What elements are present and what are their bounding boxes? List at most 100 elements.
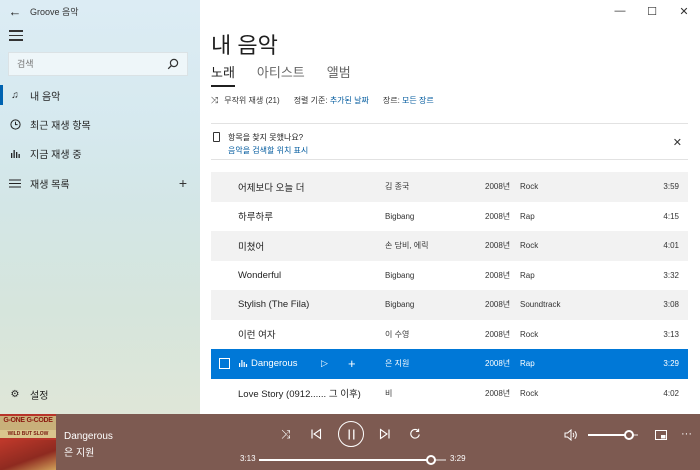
- song-artist[interactable]: 이 수영: [385, 329, 409, 340]
- search-input[interactable]: [17, 59, 167, 69]
- previous-icon[interactable]: [310, 426, 322, 442]
- song-year: 2008년: [485, 388, 511, 398]
- song-genre: Rock: [520, 329, 539, 339]
- song-duration: 3:13: [663, 329, 679, 339]
- bars-icon: [0, 148, 30, 158]
- song-genre: Rock: [520, 388, 539, 398]
- now-playing-title[interactable]: Dangerous: [64, 431, 113, 442]
- filter-bar: ⤨ 무작위 재생 (21) 정렬 기준: 추가된 날짜 장르: 모든 장르: [211, 95, 434, 106]
- song-year: 2008년: [485, 300, 511, 310]
- table-row[interactable]: 미쳤어 손 담비, 에릭 2008년 Rock 4:01: [211, 231, 688, 261]
- song-artist[interactable]: 손 담비, 에릭: [385, 240, 428, 251]
- volume-fill: [588, 434, 629, 436]
- song-year: 2008년: [485, 211, 511, 221]
- repeat-icon[interactable]: [409, 426, 421, 442]
- mini-player-icon[interactable]: [655, 427, 667, 443]
- now-playing-bars-icon: [239, 359, 248, 369]
- album-art-text: G-CODE: [26, 417, 53, 424]
- table-row[interactable]: Love Story (0912...... 그 이후) 비 2008년 Roc…: [211, 378, 688, 408]
- seek-bar-fill: [259, 459, 432, 461]
- add-icon[interactable]: +: [348, 356, 356, 371]
- song-artist[interactable]: 비: [385, 388, 392, 399]
- app-title: Groove 음악: [30, 6, 79, 17]
- sidebar-item-label: 최근 재생 항목: [30, 120, 91, 132]
- song-artist[interactable]: Bigbang: [385, 271, 414, 280]
- song-title: 하루하루: [238, 212, 273, 224]
- close-icon[interactable]: ✕: [668, 0, 700, 22]
- table-row[interactable]: Wonderful Bigbang 2008년 Rap 3:32: [211, 260, 688, 290]
- album-art-text: G-ONE: [3, 417, 25, 424]
- hamburger-menu-icon[interactable]: [9, 30, 23, 44]
- row-checkbox[interactable]: [219, 358, 230, 370]
- page-title: 내 음악: [211, 33, 278, 58]
- song-artist[interactable]: 김 종국: [385, 181, 409, 192]
- song-title: Wonderful: [238, 269, 282, 281]
- phone-icon: [213, 132, 220, 142]
- song-duration: 3:32: [663, 270, 679, 280]
- song-title: Love Story (0912...... 그 이후): [238, 389, 361, 401]
- song-genre: Rap: [520, 270, 535, 280]
- song-list: 어제보다 오늘 더 김 종국 2008년 Rock 3:59 하루하루 Bigb…: [211, 172, 688, 414]
- sort-dropdown[interactable]: 추가된 날짜: [330, 95, 369, 106]
- sidebar-item-recent[interactable]: 최근 재생 항목: [0, 110, 200, 138]
- song-title: 이런 여자: [238, 330, 276, 342]
- notice-link[interactable]: 음악을 검색할 위치 표시: [228, 145, 308, 156]
- tab-bar: 노래 아티스트 앨범: [211, 62, 351, 87]
- play-icon[interactable]: ▷: [321, 358, 328, 369]
- notice-question: 항목을 찾지 못했나요?: [228, 133, 304, 142]
- shuffle-icon[interactable]: ⤨: [211, 95, 218, 106]
- maximize-icon[interactable]: ☐: [636, 0, 668, 22]
- song-genre: Rap: [520, 211, 535, 221]
- song-title: 미쳤어: [238, 241, 265, 253]
- table-row[interactable]: 어제보다 오늘 더 김 종국 2008년 Rock 3:59: [211, 172, 688, 202]
- song-artist[interactable]: Bigbang: [385, 300, 414, 309]
- song-title: Stylish (The Fila): [238, 299, 310, 311]
- seek-handle[interactable]: [426, 455, 437, 465]
- song-duration: 4:02: [663, 388, 679, 398]
- minimize-icon[interactable]: —: [604, 0, 636, 22]
- seek-bar[interactable]: [259, 455, 446, 465]
- sidebar-item-now-playing[interactable]: 지금 재생 중: [0, 139, 200, 167]
- table-row[interactable]: 하루하루 Bigbang 2008년 Rap 4:15: [211, 201, 688, 231]
- close-icon[interactable]: ✕: [673, 136, 682, 149]
- more-options-icon[interactable]: ···: [681, 426, 692, 442]
- tab-albums[interactable]: 앨범: [327, 62, 351, 85]
- table-row[interactable]: 이런 여자 이 수영 2008년 Rock 3:13: [211, 319, 688, 349]
- table-row-selected[interactable]: Dangerous ▷ + 은 지원 2008년 Rap 3:29: [211, 349, 688, 379]
- song-artist[interactable]: Bigbang: [385, 212, 414, 221]
- volume-slider[interactable]: [588, 430, 638, 440]
- shuffle-all-button[interactable]: 무작위 재생 (21): [224, 95, 279, 106]
- list-icon: [0, 179, 30, 188]
- shuffle-icon[interactable]: ⤨: [281, 426, 291, 442]
- song-artist[interactable]: 은 지원: [385, 358, 409, 369]
- search-box[interactable]: [8, 52, 188, 76]
- plus-icon[interactable]: +: [179, 175, 187, 191]
- song-year: 2008년: [485, 270, 511, 280]
- song-year: 2008년: [485, 182, 511, 192]
- sidebar-item-playlists[interactable]: 재생 목록 +: [0, 169, 200, 197]
- table-row[interactable]: Stylish (The Fila) Bigbang 2008년 Soundtr…: [211, 290, 688, 320]
- back-arrow-icon[interactable]: ←: [0, 0, 30, 22]
- tab-songs[interactable]: 노래: [211, 62, 235, 87]
- tab-artists[interactable]: 아티스트: [257, 62, 305, 85]
- song-genre: Rock: [520, 241, 539, 251]
- now-playing-artist[interactable]: 은 지원: [64, 444, 94, 459]
- song-title: Dangerous: [251, 358, 298, 370]
- next-icon[interactable]: [379, 426, 391, 442]
- current-time: 3:13: [240, 454, 256, 463]
- album-art[interactable]: G-ONE G-CODE WILD BUT SLOW: [0, 414, 56, 470]
- song-duration: 3:08: [663, 300, 679, 310]
- title-bar: ← Groove 음악 — ☐ ✕: [0, 0, 700, 22]
- volume-icon[interactable]: [564, 427, 578, 443]
- sidebar-item-my-music[interactable]: ♫ 내 음악: [0, 81, 200, 109]
- search-icon[interactable]: [167, 58, 179, 70]
- song-year: 2008년: [485, 359, 511, 369]
- song-genre: Rock: [520, 182, 539, 192]
- sidebar-item-label: 지금 재생 중: [30, 149, 82, 161]
- music-note-icon: ♫: [11, 89, 19, 101]
- sidebar-item-settings[interactable]: ⚙ 설정: [0, 380, 200, 408]
- pause-button[interactable]: [338, 421, 364, 447]
- volume-handle[interactable]: [624, 430, 634, 440]
- main-panel: 내 음악 노래 아티스트 앨범 ⤨ 무작위 재생 (21) 정렬 기준: 추가된…: [200, 0, 700, 414]
- genre-dropdown[interactable]: 모든 장르: [402, 95, 434, 106]
